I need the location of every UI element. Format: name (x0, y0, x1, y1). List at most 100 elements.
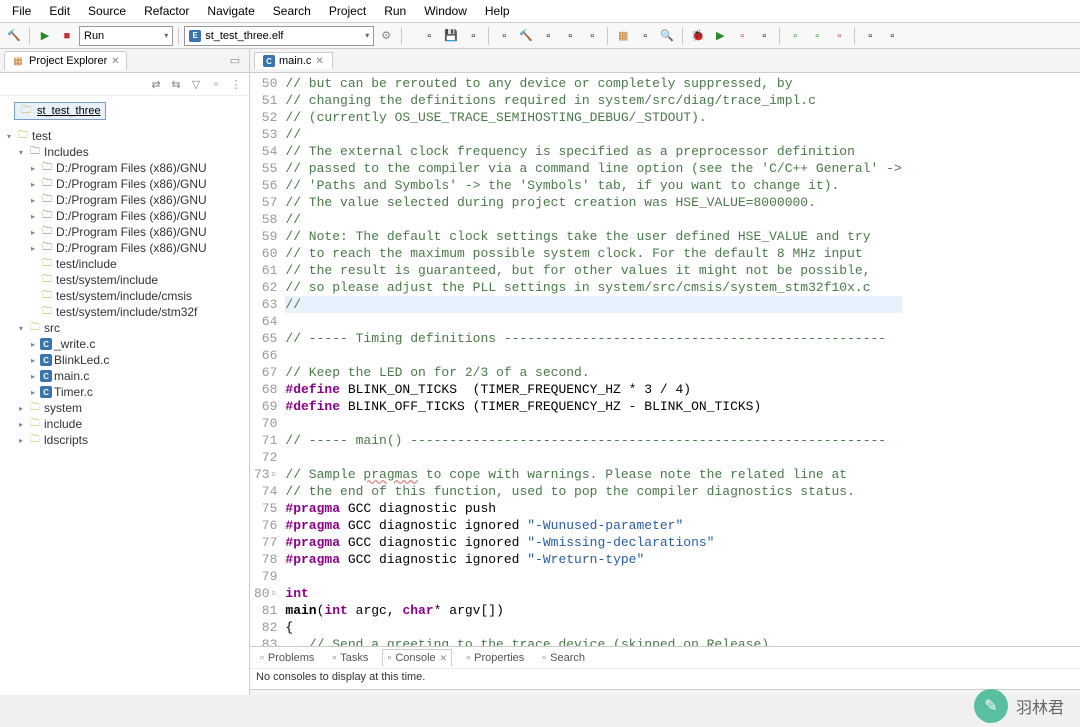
filter-icon[interactable]: ▽ (189, 77, 203, 91)
menu-window[interactable]: Window (416, 2, 475, 20)
expand-arrow-icon[interactable]: ▸ (28, 228, 38, 237)
tree-item-label: test/include (56, 257, 117, 271)
tree-item[interactable]: 🗀test/system/include/stm32f (4, 304, 245, 320)
close-icon[interactable]: ✕ (440, 653, 448, 664)
tree-item[interactable]: ▾🗀Includes (4, 144, 245, 160)
tree-item[interactable]: ▸🗀D:/Program Files (x86)/GNU (4, 192, 245, 208)
tree-item[interactable]: ▸🗀include (4, 416, 245, 432)
tree-item[interactable]: ▸CTimer.c (4, 384, 245, 400)
menu-help[interactable]: Help (477, 2, 518, 20)
tree-item[interactable]: ▸Cmain.c (4, 368, 245, 384)
expand-arrow-icon[interactable]: ▾ (16, 148, 26, 157)
project-tree[interactable]: ▾🗀test▾🗀Includes▸🗀D:/Program Files (x86)… (0, 126, 249, 695)
save-all-icon[interactable]: ▫ (463, 26, 483, 46)
toggle-icon[interactable]: ▦ (613, 26, 633, 46)
debug-icon[interactable]: 🐞 (688, 26, 708, 46)
menu-file[interactable]: File (4, 2, 39, 20)
coverage-icon[interactable]: ▫ (732, 26, 752, 46)
ext3-icon[interactable]: ▫ (829, 26, 849, 46)
launch-target-selector[interactable]: E st_test_three.elf ▾ (184, 26, 374, 46)
collapse-all-icon[interactable]: ⇄ (149, 77, 163, 91)
expand-arrow-icon[interactable]: ▸ (16, 420, 26, 429)
new-icon[interactable]: ▫ (419, 26, 439, 46)
project-explorer-tab[interactable]: ▦ Project Explorer ✕ (4, 51, 127, 70)
expand-arrow-icon[interactable]: ▸ (28, 164, 38, 173)
menu-edit[interactable]: Edit (41, 2, 78, 20)
folder-icon: 🗀 (40, 257, 54, 271)
save-icon[interactable]: 💾 (441, 26, 461, 46)
tree-item-label: D:/Program Files (x86)/GNU (56, 225, 207, 239)
menu-search[interactable]: Search (265, 2, 319, 20)
tree-item[interactable]: ▸C_write.c (4, 336, 245, 352)
tree-item[interactable]: ▾🗀src (4, 320, 245, 336)
includes-icon: 🗀 (40, 209, 54, 223)
hammer-icon[interactable]: 🔨 (4, 26, 24, 46)
open-icon[interactable]: ▫ (635, 26, 655, 46)
ext5-icon[interactable]: ▫ (882, 26, 902, 46)
tree-item[interactable]: ▸🗀system (4, 400, 245, 416)
bottom-tab-console[interactable]: ▫Console✕ (382, 649, 452, 666)
menu-navigate[interactable]: Navigate (199, 2, 262, 20)
tool3-icon[interactable]: ▫ (560, 26, 580, 46)
expand-arrow-icon[interactable]: ▸ (16, 404, 26, 413)
tree-item[interactable]: ▸🗀D:/Program Files (x86)/GNU (4, 208, 245, 224)
tree-item[interactable]: ▾🗀test (4, 128, 245, 144)
menu-project[interactable]: Project (321, 2, 374, 20)
includes-icon: 🗀 (40, 177, 54, 191)
expand-arrow-icon[interactable]: ▸ (28, 196, 38, 205)
tree-item-label: D:/Program Files (x86)/GNU (56, 209, 207, 223)
run-mode-selector[interactable]: Run ▾ (79, 26, 173, 46)
expand-arrow-icon[interactable]: ▾ (16, 324, 26, 333)
menu-icon[interactable]: ⋮ (229, 77, 243, 91)
minimize-icon[interactable]: ▭ (225, 51, 245, 71)
expand-arrow-icon[interactable]: ▸ (28, 340, 38, 349)
run2-icon[interactable]: ▶ (710, 26, 730, 46)
tree-item[interactable]: 🗀test/system/include/cmsis (4, 288, 245, 304)
gear-icon[interactable]: ⚙ (376, 26, 396, 46)
close-icon[interactable]: ✕ (315, 56, 323, 67)
ext2-icon[interactable]: ▫ (807, 26, 827, 46)
tool-icon[interactable]: 🔨 (516, 26, 536, 46)
tree-item-label: test/system/include (56, 273, 158, 287)
search-icon[interactable]: 🔍 (657, 26, 677, 46)
tree-item[interactable]: ▸🗀D:/Program Files (x86)/GNU (4, 176, 245, 192)
build-icon[interactable]: ▫ (494, 26, 514, 46)
editor-tab-main[interactable]: C main.c ✕ (254, 52, 333, 69)
focus-icon[interactable]: ▫ (209, 77, 223, 91)
project-selector[interactable]: 🗀 st_test_three (14, 102, 106, 120)
expand-arrow-icon[interactable]: ▸ (28, 180, 38, 189)
stop-icon[interactable]: ■ (57, 26, 77, 46)
code-editor[interactable]: 5051525354555657585960616263646566676869… (250, 73, 1080, 646)
expand-arrow-icon[interactable]: ▸ (28, 244, 38, 253)
menu-run[interactable]: Run (376, 2, 414, 20)
tool2-icon[interactable]: ▫ (538, 26, 558, 46)
bottom-tab-problems[interactable]: ▫Problems (256, 650, 318, 666)
ext4-icon[interactable]: ▫ (860, 26, 880, 46)
expand-arrow-icon[interactable]: ▾ (4, 132, 14, 141)
expand-arrow-icon[interactable]: ▸ (28, 388, 38, 397)
tree-item[interactable]: ▸CBlinkLed.c (4, 352, 245, 368)
folder-icon: 🗀 (28, 433, 42, 447)
tree-item[interactable]: ▸🗀D:/Program Files (x86)/GNU (4, 224, 245, 240)
bottom-tab-tasks[interactable]: ▫Tasks (328, 650, 372, 666)
expand-arrow-icon[interactable]: ▸ (28, 372, 38, 381)
expand-arrow-icon[interactable]: ▸ (16, 436, 26, 445)
expand-arrow-icon[interactable]: ▸ (28, 212, 38, 221)
tree-item[interactable]: ▸🗀D:/Program Files (x86)/GNU (4, 160, 245, 176)
menu-refactor[interactable]: Refactor (136, 2, 197, 20)
tree-item[interactable]: 🗀test/include (4, 256, 245, 272)
link-icon[interactable]: ⇆ (169, 77, 183, 91)
close-icon[interactable]: ✕ (111, 56, 119, 67)
tree-item[interactable]: ▸🗀ldscripts (4, 432, 245, 448)
ext1-icon[interactable]: ▫ (785, 26, 805, 46)
run-icon[interactable]: ▶ (35, 26, 55, 46)
bottom-tab-properties[interactable]: ▫Properties (462, 650, 528, 666)
expand-arrow-icon[interactable]: ▸ (28, 356, 38, 365)
menu-source[interactable]: Source (80, 2, 134, 20)
tree-item[interactable]: ▸🗀D:/Program Files (x86)/GNU (4, 240, 245, 256)
tool4-icon[interactable]: ▫ (582, 26, 602, 46)
tree-item[interactable]: 🗀test/system/include (4, 272, 245, 288)
tree-item-label: D:/Program Files (x86)/GNU (56, 177, 207, 191)
bottom-tab-search[interactable]: ▫Search (538, 650, 589, 666)
profile-icon[interactable]: ▫ (754, 26, 774, 46)
